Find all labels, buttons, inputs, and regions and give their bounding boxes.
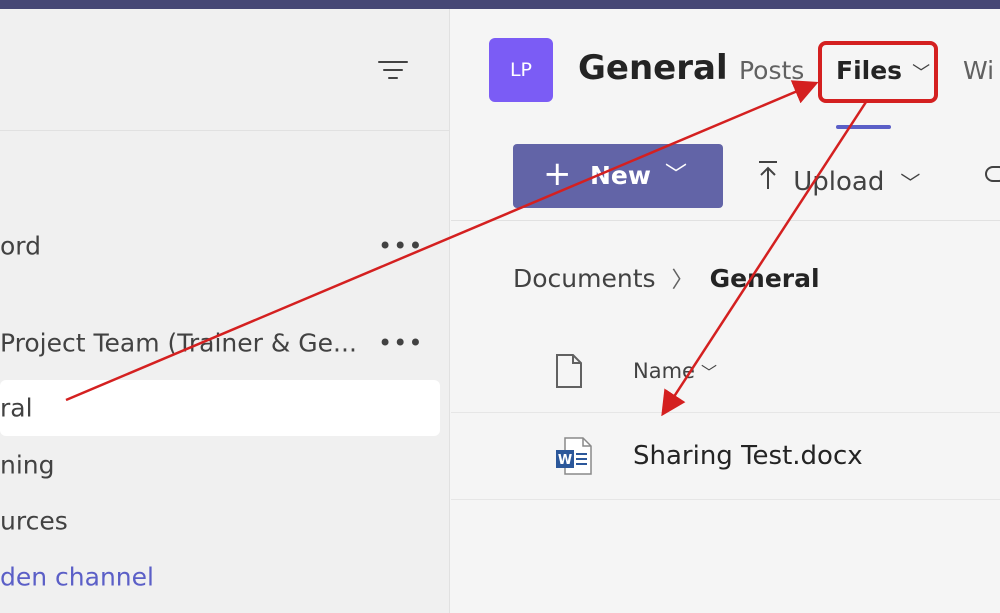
file-type-icon <box>555 354 583 392</box>
upload-button[interactable]: Upload ﹀ <box>757 160 920 197</box>
channel-title: General <box>578 48 728 88</box>
tab-wiki[interactable]: Wi <box>963 56 994 85</box>
column-header-name[interactable]: Name ﹀ <box>633 359 717 383</box>
svg-text:W: W <box>558 453 572 468</box>
channel-label: ord <box>0 231 42 261</box>
more-options-icon[interactable]: ••• <box>378 232 423 260</box>
chevron-down-icon: ﹀ <box>665 163 688 188</box>
sidebar-header <box>0 9 450 131</box>
toolbar-divider <box>451 220 1000 221</box>
annotation-highlight-box <box>818 41 938 103</box>
channel-item-general[interactable]: ral <box>0 380 440 436</box>
upload-label: Upload <box>793 167 885 197</box>
plus-icon: + <box>543 154 572 194</box>
channel-label: den channel <box>0 562 154 592</box>
link-icon[interactable] <box>985 166 1000 182</box>
app-top-bar <box>0 0 1000 9</box>
channel-label: urces <box>0 506 68 536</box>
team-avatar: LP <box>489 38 553 102</box>
breadcrumb-documents[interactable]: Documents <box>513 264 656 293</box>
chevron-down-icon: ﹀ <box>900 171 921 195</box>
filter-icon[interactable] <box>378 59 408 81</box>
column-name-label: Name <box>633 359 695 383</box>
channel-item-4[interactable]: ning <box>0 437 440 493</box>
channel-item-1[interactable]: ord ••• <box>0 218 440 274</box>
new-button[interactable]: + New ﹀ <box>513 144 723 208</box>
tab-posts[interactable]: Posts <box>739 56 804 85</box>
row-divider <box>451 499 1000 500</box>
new-button-label: New <box>590 161 651 190</box>
channel-item-project-team[interactable]: Project Team (Trainer & Ge... ••• <box>0 315 440 371</box>
channel-label: Project Team (Trainer & Ge... <box>0 328 357 358</box>
hidden-channel-link[interactable]: den channel <box>0 549 440 605</box>
word-doc-icon: W <box>555 437 593 479</box>
channel-label: ral <box>0 393 33 423</box>
chevron-down-icon: ﹀ <box>700 363 717 382</box>
channel-item-5[interactable]: urces <box>0 493 440 549</box>
chevron-right-icon: 〉 <box>671 268 694 293</box>
active-tab-indicator <box>836 125 891 129</box>
more-options-icon[interactable]: ••• <box>378 329 423 357</box>
breadcrumb: Documents 〉 General <box>513 262 820 294</box>
channel-label: ning <box>0 450 55 480</box>
file-name[interactable]: Sharing Test.docx <box>633 441 863 471</box>
breadcrumb-current: General <box>709 264 820 293</box>
upload-icon <box>757 160 785 197</box>
